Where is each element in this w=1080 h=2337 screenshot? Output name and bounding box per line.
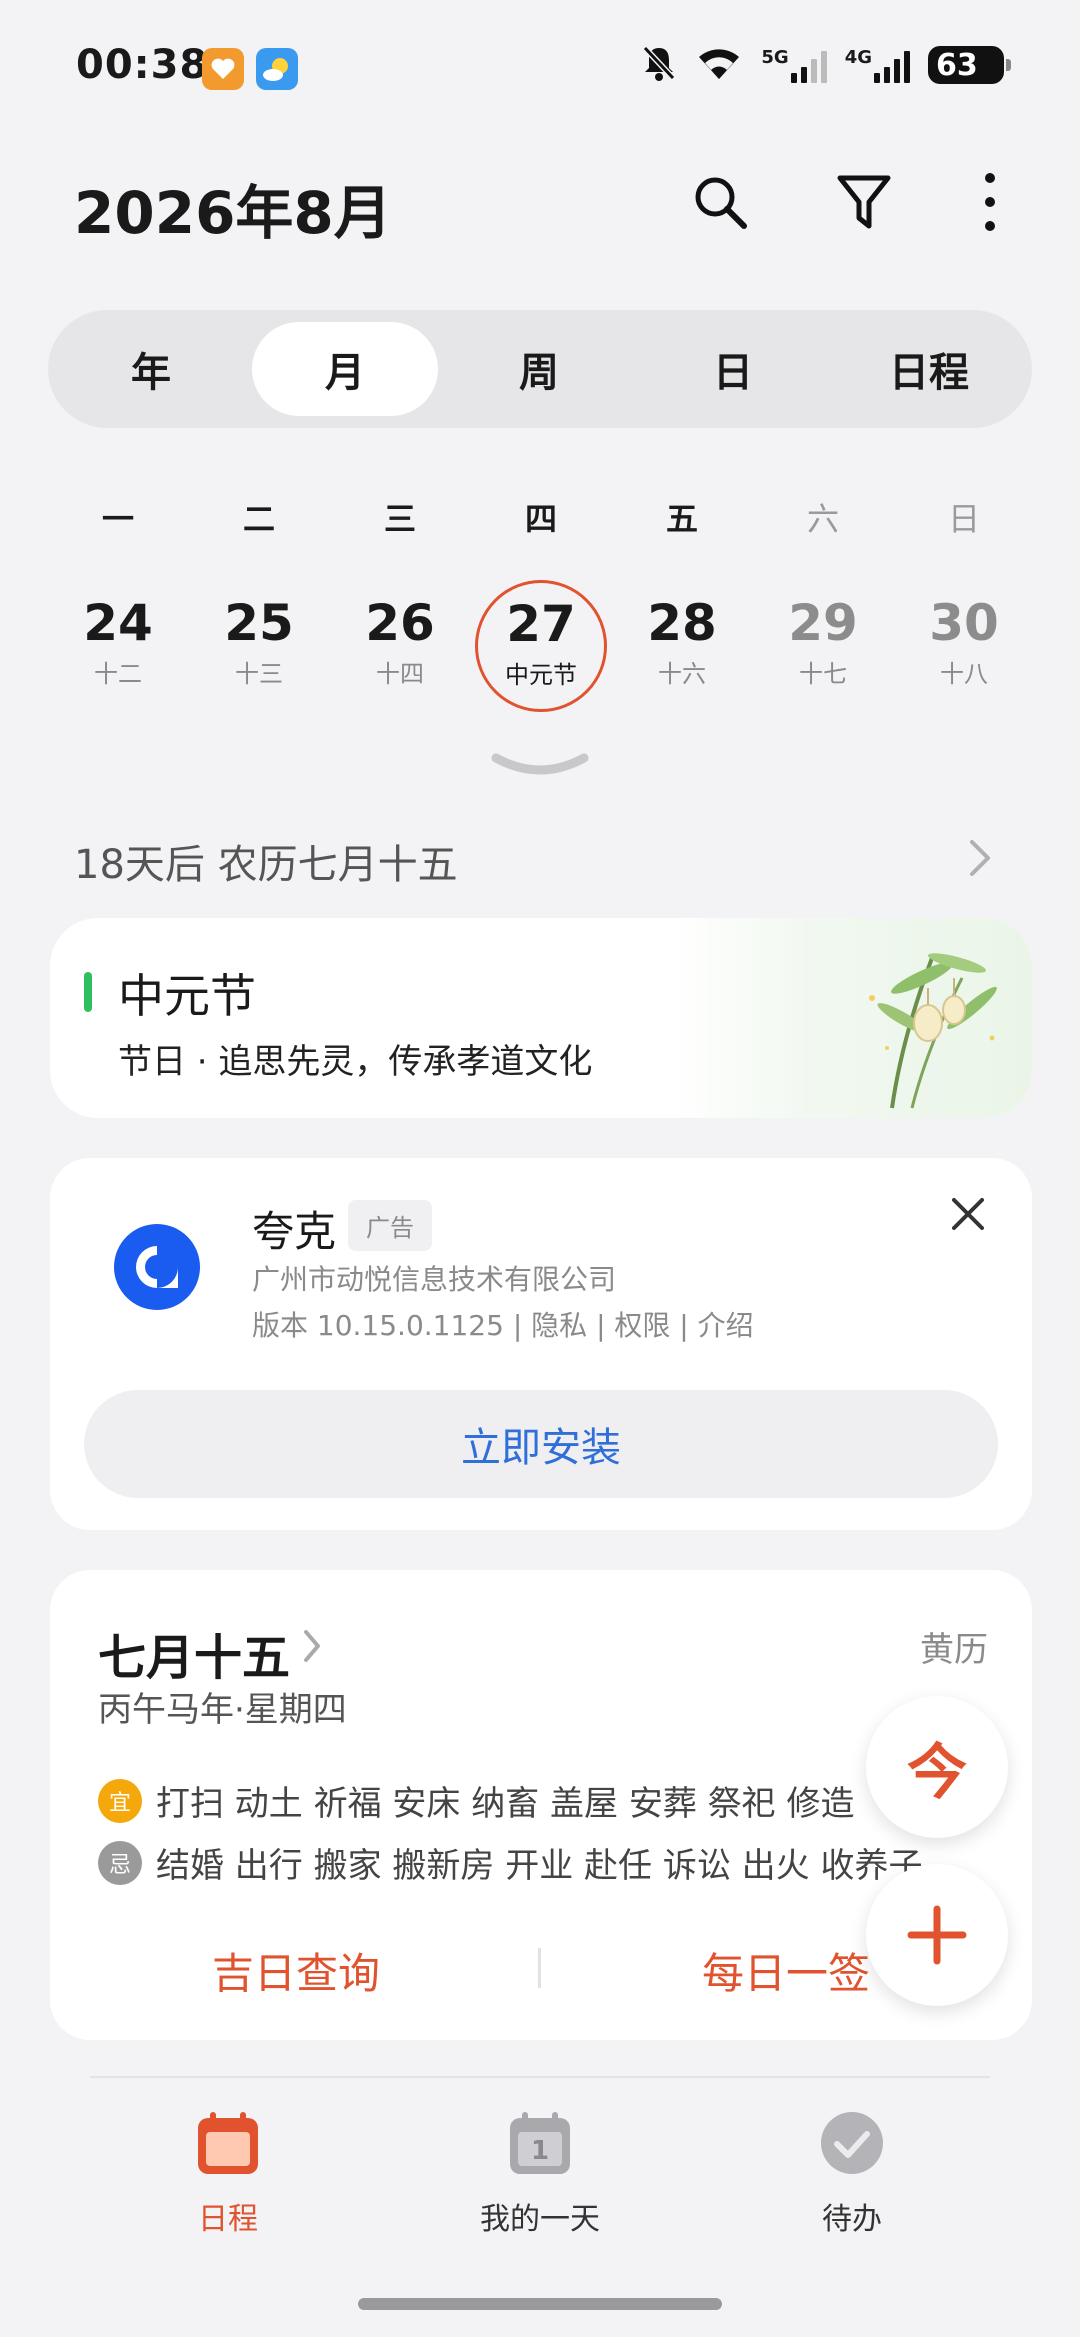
close-icon[interactable] — [948, 1194, 988, 1238]
install-button[interactable]: 立即安装 — [84, 1390, 998, 1498]
chevron-right-icon[interactable] — [968, 838, 992, 882]
plus-icon — [907, 1905, 967, 1965]
checkmark-circle-icon — [819, 2112, 885, 2180]
festival-description: 节日 · 追思先灵，传承孝道文化 — [118, 1042, 593, 1082]
ganzhi-weekday: 丙午马年·星期四 — [98, 1690, 347, 1730]
weekday-label: 三 — [383, 500, 416, 538]
suitable-row: 宜 打扫 动土 祈福 安床 纳畜 盖屋 安葬 祭祀 修造 — [98, 1776, 854, 1825]
suitable-activities: 打扫 动土 祈福 安床 纳畜 盖屋 安葬 祭祀 修造 — [156, 1784, 855, 1824]
nav-label: 待办 — [822, 2202, 882, 2237]
day-cell[interactable]: 26 十四 — [334, 580, 466, 712]
weekday-label: 四 — [524, 500, 557, 538]
day-number: 28 — [647, 594, 717, 652]
view-switcher: 年 月 周 日 日程 — [48, 310, 1032, 428]
weekday-label: 六 — [806, 500, 839, 538]
home-indicator[interactable] — [358, 2298, 722, 2310]
festival-name: 中元节 — [118, 969, 256, 1023]
lunar-date-title[interactable]: 七月十五 — [98, 1618, 290, 1688]
ad-card: 夸克 广告 广州市动悦信息技术有限公司 版本 10.15.0.1125 | 隐私… — [50, 1158, 1032, 1530]
weekday-label: 一 — [101, 500, 134, 538]
almanac-link[interactable]: 黄历 — [920, 1622, 988, 1671]
tab-year[interactable]: 年 — [58, 322, 244, 416]
day-number: 27 — [506, 595, 576, 653]
day-calendar-number: 1 — [530, 2136, 550, 2166]
ad-label: 广告 — [348, 1200, 432, 1251]
ad-meta[interactable]: 版本 10.15.0.1125 | 隐私 | 权限 | 介绍 — [252, 1304, 754, 1344]
today-button[interactable]: 今 — [866, 1696, 1008, 1838]
day-calendar-icon: 1 — [508, 2110, 572, 2176]
day-number: 29 — [788, 594, 858, 652]
status-time: 00:38 — [76, 42, 209, 88]
day-cell[interactable]: 24 十二 — [52, 580, 184, 712]
mute-icon — [641, 44, 677, 86]
weather-app-icon — [256, 48, 298, 90]
nav-label: 日程 — [198, 2202, 258, 2237]
lunar-date: 中元节 — [505, 661, 577, 689]
weekday-label: 日 — [947, 500, 980, 538]
lucky-day-search-button[interactable]: 吉日查询 — [212, 1940, 380, 2001]
weekday-label: 二 — [242, 500, 275, 538]
lunar-date: 十八 — [940, 660, 988, 688]
festival-card[interactable]: 中元节 节日 · 追思先灵，传承孝道文化 — [50, 918, 1032, 1118]
status-bar: 00:38 5G 4G 63 — [0, 0, 1080, 130]
search-icon[interactable] — [686, 168, 754, 236]
lunar-date: 十七 — [799, 660, 847, 688]
chevron-right-icon[interactable] — [302, 1628, 322, 1668]
quark-app-logo — [114, 1224, 200, 1310]
divider — [90, 2076, 990, 2078]
weekday-label: 五 — [665, 500, 698, 538]
day-cell-selected[interactable]: 27 中元节 — [475, 580, 607, 712]
day-cell[interactable]: 29 十七 — [757, 580, 889, 712]
expand-chevron-icon[interactable] — [490, 752, 590, 786]
calendar-icon — [196, 2112, 260, 2180]
add-event-button[interactable] — [866, 1864, 1008, 2006]
wifi-icon — [695, 45, 743, 85]
cellular-signal-1-icon: 5G — [761, 47, 827, 83]
tab-schedule[interactable]: 日程 — [836, 322, 1022, 416]
nav-todo[interactable]: 待办 — [752, 2110, 952, 2238]
suitable-badge: 宜 — [98, 1778, 142, 1823]
avoid-activities: 结婚 出行 搬家 搬新房 开业 赴任 诉讼 出火 收养子 — [156, 1846, 923, 1886]
day-number: 26 — [365, 594, 435, 652]
nav-label: 我的一天 — [480, 2202, 600, 2237]
bamboo-lantern-illustration — [672, 918, 1032, 1118]
festival-countdown[interactable]: 18天后 农历七月十五 — [74, 832, 458, 890]
lunar-date: 十三 — [235, 660, 283, 688]
ad-company: 广州市动悦信息技术有限公司 — [252, 1263, 617, 1296]
battery-indicator: 63 — [928, 46, 1011, 84]
lunar-date: 十六 — [658, 660, 706, 688]
lunar-date: 十二 — [94, 660, 142, 688]
tab-day[interactable]: 日 — [640, 322, 826, 416]
day-number: 24 — [83, 594, 153, 652]
day-number: 25 — [224, 594, 294, 652]
avoid-row: 忌 结婚 出行 搬家 搬新房 开业 赴任 诉讼 出火 收养子 — [98, 1838, 922, 1887]
day-number: 30 — [929, 594, 999, 652]
day-cell[interactable]: 30 十八 — [898, 580, 1030, 712]
daily-fortune-button[interactable]: 每日一签 — [702, 1940, 870, 2001]
health-app-icon — [202, 48, 244, 90]
day-cell[interactable]: 28 十六 — [616, 580, 748, 712]
festival-color-bar — [84, 972, 92, 1012]
lunar-date: 十四 — [376, 660, 424, 688]
tab-month[interactable]: 月 — [252, 322, 438, 416]
nav-schedule[interactable]: 日程 — [128, 2110, 328, 2238]
divider — [538, 1948, 541, 1988]
avoid-badge: 忌 — [98, 1840, 142, 1885]
filter-icon[interactable] — [830, 168, 898, 236]
more-options-icon[interactable] — [956, 168, 1024, 236]
day-cell[interactable]: 25 十三 — [193, 580, 325, 712]
tab-week[interactable]: 周 — [446, 322, 632, 416]
ad-app-name: 夸克 — [252, 1207, 337, 1256]
page-title: 2026年8月 — [74, 179, 392, 247]
cellular-signal-2-icon: 4G — [845, 47, 910, 83]
nav-my-day[interactable]: 1 我的一天 — [440, 2110, 640, 2238]
